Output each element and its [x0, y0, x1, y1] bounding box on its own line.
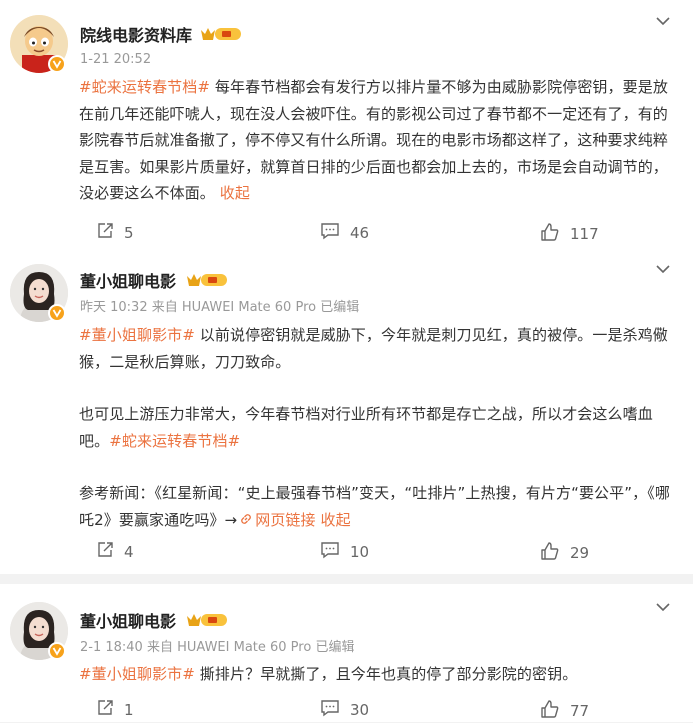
like-count: 29 [570, 544, 590, 562]
verified-icon [48, 55, 66, 73]
post-card-1: 院线电影资料库 1-21 20:52 #蛇来运转春节档# 每年春节档都会有发行方… [0, 0, 693, 256]
like-button[interactable]: 77 [540, 699, 589, 723]
comment-icon [320, 541, 350, 563]
comment-icon [320, 699, 350, 721]
repost-count: 1 [124, 701, 134, 719]
collapse-link[interactable]: 收起 [220, 184, 250, 202]
repost-button[interactable]: 5 [96, 222, 134, 244]
chevron-down-icon[interactable] [655, 599, 671, 615]
fan-badge-icon [186, 271, 228, 289]
post-text: 撕排片？早就撕了，且今年也真的停了部分影院的密钥。 [194, 665, 578, 683]
verified-icon [48, 304, 66, 322]
hashtag[interactable]: #董小姐聊影市# [79, 326, 195, 344]
repost-icon [96, 699, 124, 721]
author-name[interactable]: 董小姐聊电影 [80, 608, 176, 632]
collapse-link[interactable]: 收起 [321, 511, 351, 529]
like-button[interactable]: 29 [540, 541, 589, 565]
hashtag[interactable]: #董小姐聊影市# [79, 665, 195, 683]
post-body: #董小姐聊影市# 撕排片？早就撕了，且今年也真的停了部分影院的密钥。 [79, 661, 677, 688]
post-meta: 2-1 18:40 来自 HUAWEI Mate 60 Pro 已编辑 [80, 640, 355, 655]
post-meta: 昨天 10:32 来自 HUAWEI Mate 60 Pro 已编辑 [80, 300, 360, 315]
post-meta: 1-21 20:52 [80, 52, 152, 67]
reference-text: 参考新闻：《红星新闻：“史上最强春节档”变天，“吐排片”上热搜，有片方“要公平”… [79, 484, 670, 529]
post-card-3: 董小姐聊电影 2-1 18:40 来自 HUAWEI Mate 60 Pro 已… [0, 584, 693, 722]
action-bar: 4 10 29 [0, 541, 693, 565]
hashtag[interactable]: #蛇来运转春节档# [79, 78, 210, 96]
link-icon [237, 511, 255, 529]
comment-button[interactable]: 46 [320, 222, 369, 244]
post-body-paragraph-2: 也可见上游压力非常大，今年春节档对行业所有环节都是存亡之战，所以才会这么嗜血吧。… [79, 401, 677, 454]
comment-icon [320, 222, 350, 244]
action-bar: 5 46 117 [0, 222, 693, 246]
verified-icon [48, 642, 66, 660]
like-count: 117 [570, 225, 599, 243]
like-icon [540, 699, 570, 723]
post-body-paragraph-1: #董小姐聊影市# 以前说停密钥就是威胁下，今年就是刺刀见红，真的被停。一是杀鸡儆… [79, 322, 677, 375]
repost-button[interactable]: 4 [96, 541, 134, 563]
repost-count: 5 [124, 224, 134, 242]
post-card-2: 董小姐聊电影 昨天 10:32 来自 HUAWEI Mate 60 Pro 已编… [0, 256, 693, 574]
repost-icon [96, 222, 124, 244]
comment-count: 30 [350, 701, 370, 719]
hashtag[interactable]: #蛇来运转春节档# [109, 432, 240, 450]
comment-count: 46 [350, 224, 370, 242]
post-body: #蛇来运转春节档# 每年春节档都会有发行方以排片量不够为由威胁影院停密钥，要是放… [79, 74, 677, 207]
chevron-down-icon[interactable] [655, 13, 671, 29]
fan-badge-icon [186, 611, 228, 629]
comment-button[interactable]: 10 [320, 541, 369, 563]
author-name[interactable]: 院线电影资料库 [80, 22, 192, 46]
action-bar: 1 30 77 [0, 699, 693, 723]
link-label: 网页链接 [255, 510, 316, 529]
fan-badge-icon [200, 25, 242, 43]
comment-button[interactable]: 30 [320, 699, 369, 721]
repost-button[interactable]: 1 [96, 699, 134, 721]
web-link[interactable]: 网页链接 [237, 510, 316, 529]
like-button[interactable]: 117 [540, 222, 599, 246]
like-icon [540, 222, 570, 246]
like-count: 77 [570, 702, 590, 720]
repost-count: 4 [124, 543, 134, 561]
like-icon [540, 541, 570, 565]
comment-count: 10 [350, 543, 370, 561]
post-text: 每年春节档都会有发行方以排片量不够为由威胁影院停密钥，要是放在前几年还能吓唬人，… [79, 78, 668, 202]
author-name[interactable]: 董小姐聊电影 [80, 268, 176, 292]
chevron-down-icon[interactable] [655, 261, 671, 277]
post-body-paragraph-3: 参考新闻：《红星新闻：“史上最强春节档”变天，“吐排片”上热搜，有片方“要公平”… [79, 480, 677, 533]
repost-icon [96, 541, 124, 563]
